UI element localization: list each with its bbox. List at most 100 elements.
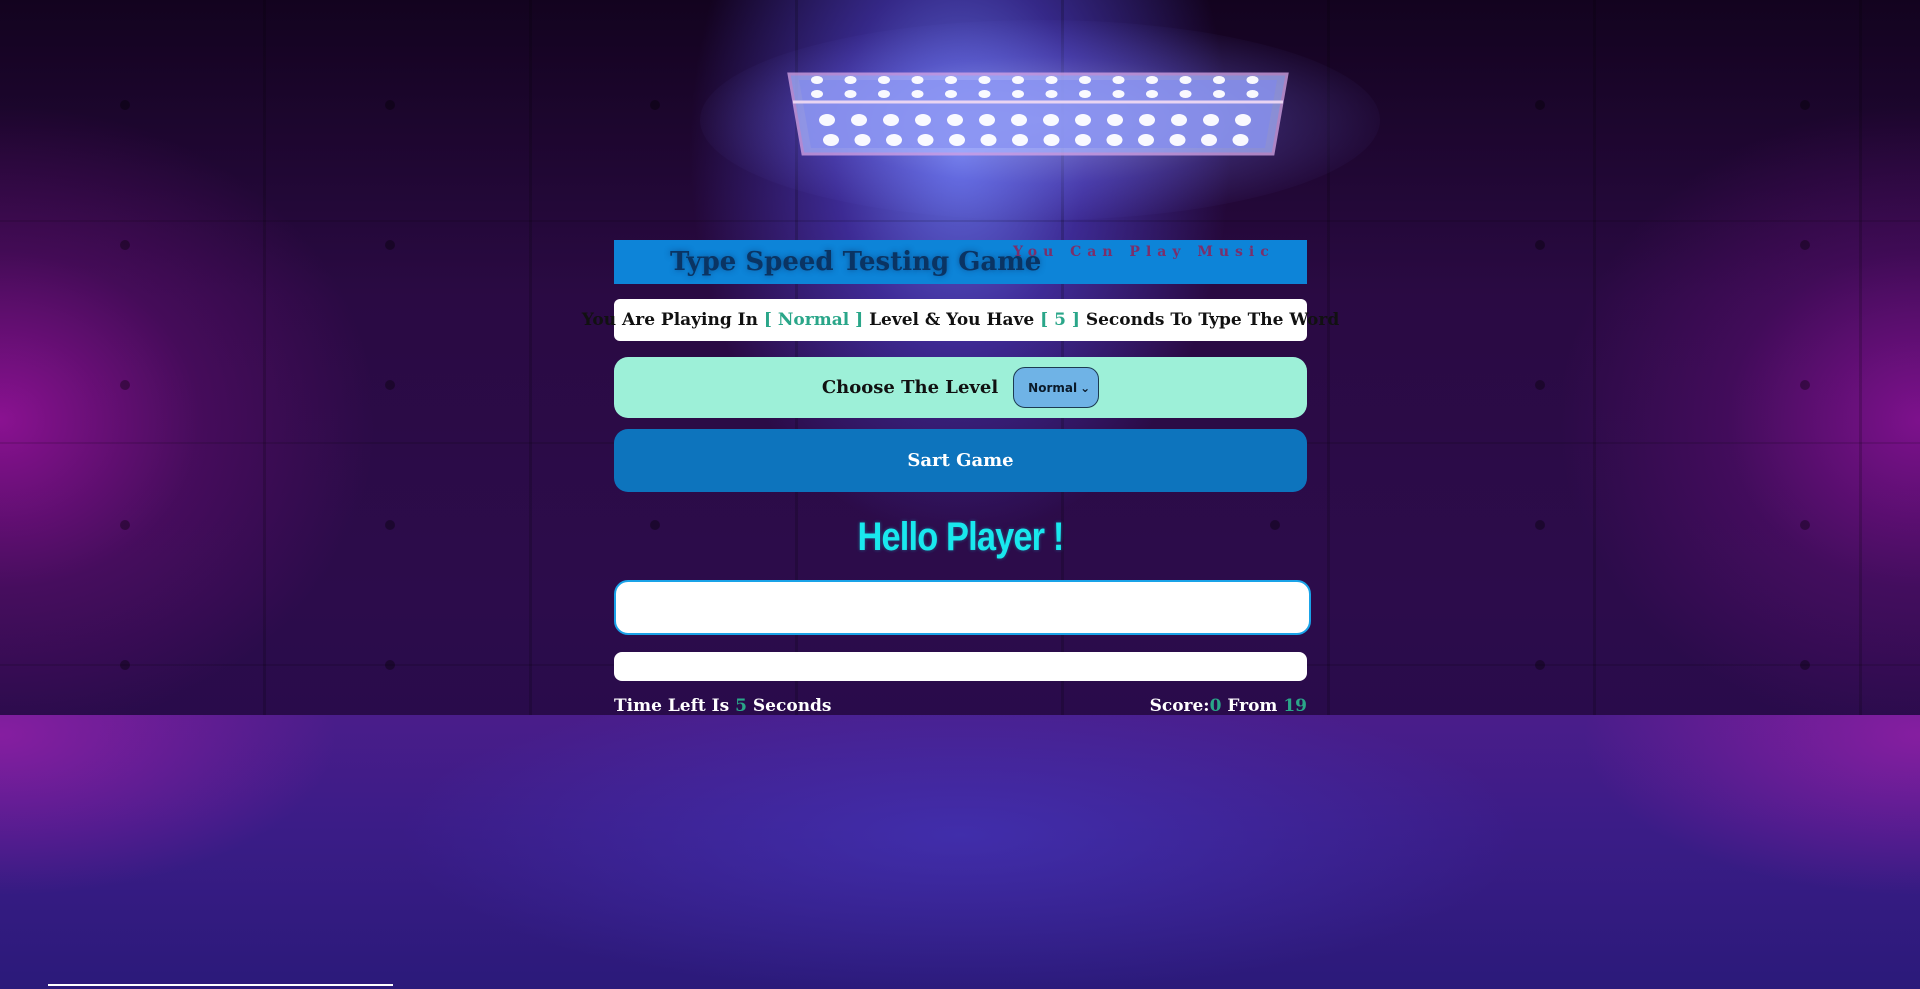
light-bulb xyxy=(1246,90,1259,98)
wall-stud xyxy=(385,660,395,670)
light-bulb xyxy=(1139,114,1155,126)
message-level: [ Normal ] xyxy=(763,310,864,330)
greeting: Hello Player ! xyxy=(857,515,1065,559)
light-bulb xyxy=(811,76,823,84)
wall-stud xyxy=(1800,660,1810,670)
score: Score:0 From 19 xyxy=(1150,696,1307,716)
light-bulb xyxy=(878,90,890,98)
light-bulb xyxy=(811,90,823,98)
light-bulb xyxy=(980,134,997,146)
light-bulb xyxy=(917,134,934,146)
light-bulbs xyxy=(811,76,1259,146)
light-bulb xyxy=(1075,134,1091,146)
light-bulb xyxy=(1011,114,1027,126)
stats-bar: Time Left Is 5 Seconds Score:0 From 19 xyxy=(614,696,1307,716)
time-value: 5 xyxy=(735,696,747,716)
message-suffix: Seconds To Type The Word xyxy=(1085,310,1340,330)
light-bulb xyxy=(854,134,871,146)
light-bulb xyxy=(1138,134,1154,146)
floor xyxy=(0,715,1920,989)
background-scene xyxy=(0,0,1920,989)
score-total: 19 xyxy=(1283,696,1307,716)
light-bulb xyxy=(851,114,867,126)
score-prefix: Score: xyxy=(1149,696,1210,716)
time-left: Time Left Is 5 Seconds xyxy=(614,696,832,716)
game-title: Type Speed Testing Game xyxy=(670,247,1042,277)
wall-stud xyxy=(650,100,660,110)
wall-stud xyxy=(120,100,130,110)
wall-stud xyxy=(1535,660,1545,670)
light-bulb xyxy=(1232,134,1249,146)
light-bulb xyxy=(1146,76,1158,84)
wall-stud xyxy=(1800,520,1810,530)
light-bulb xyxy=(949,134,965,146)
light-bulb xyxy=(911,76,924,84)
level-select[interactable]: Normal ⌄ xyxy=(1013,367,1100,408)
light-bulb xyxy=(1079,76,1091,84)
wall-stud xyxy=(385,380,395,390)
light-bulb xyxy=(947,114,963,126)
wall-stud xyxy=(385,100,395,110)
message-prefix: You Are Playing In xyxy=(581,310,758,330)
light-bulb xyxy=(1043,134,1060,146)
score-middle: From xyxy=(1227,696,1278,716)
music-hint: You Can Play Music xyxy=(1013,244,1275,260)
wall-stud xyxy=(650,520,660,530)
light-bulb xyxy=(1235,114,1251,126)
light-bulb xyxy=(1179,90,1192,98)
upcoming-words xyxy=(614,652,1307,681)
light-bulb xyxy=(1112,90,1125,98)
score-value: 0 xyxy=(1209,696,1222,716)
level-label: Choose The Level xyxy=(821,377,999,398)
wall-stud xyxy=(1270,520,1280,530)
light-bulb xyxy=(886,134,902,146)
light-bulb xyxy=(823,134,839,146)
light-bulb xyxy=(1213,76,1225,84)
light-bulb xyxy=(1201,134,1217,146)
wall-stud xyxy=(1535,520,1545,530)
wall-stud xyxy=(385,240,395,250)
wall-stud xyxy=(120,660,130,670)
wall-stud xyxy=(1535,380,1545,390)
light-bulb xyxy=(1171,114,1187,126)
light-bulb xyxy=(1213,90,1225,98)
wall-stud xyxy=(1800,100,1810,110)
word-input[interactable] xyxy=(614,580,1311,635)
light-bulb xyxy=(1146,90,1158,98)
light-bulb xyxy=(1107,114,1123,126)
wall-stud xyxy=(120,520,130,530)
wall-stud xyxy=(1535,240,1545,250)
wall-stud xyxy=(1800,380,1810,390)
light-bulb xyxy=(1079,90,1091,98)
light-bulb xyxy=(1012,76,1024,84)
header-bar: Type Speed Testing Game You Can Play Mus… xyxy=(614,240,1307,284)
light-bulb xyxy=(844,76,857,84)
message-seconds: [ 5 ] xyxy=(1040,310,1080,330)
light-bulb xyxy=(1203,114,1219,126)
bottom-edge-line xyxy=(48,984,393,986)
wall-stud xyxy=(120,240,130,250)
light-bulb xyxy=(1075,114,1091,126)
light-bulb xyxy=(1045,76,1058,84)
light-bulb xyxy=(1179,76,1192,84)
light-bulb xyxy=(1012,134,1028,146)
light-bulb xyxy=(978,90,991,98)
light-bulb xyxy=(1246,76,1259,84)
light-bulb xyxy=(945,90,957,98)
time-suffix: Seconds xyxy=(752,696,832,716)
time-prefix: Time Left Is xyxy=(614,696,730,716)
light-bulb xyxy=(1043,114,1059,126)
start-game-button[interactable]: Sart Game xyxy=(614,429,1307,492)
level-chooser: Choose The Level Normal ⌄ xyxy=(614,357,1307,418)
light-bulb xyxy=(883,114,899,126)
wall-stud xyxy=(1535,100,1545,110)
message-middle: Level & You Have xyxy=(869,310,1035,330)
light-bulb xyxy=(978,76,991,84)
light-bulb xyxy=(1169,134,1186,146)
light-bulb xyxy=(1112,76,1125,84)
light-bulb xyxy=(1106,134,1123,146)
light-bulb xyxy=(819,114,835,126)
light-bulb xyxy=(945,76,957,84)
light-bulb xyxy=(1045,90,1058,98)
level-select-value: Normal xyxy=(1028,380,1078,395)
